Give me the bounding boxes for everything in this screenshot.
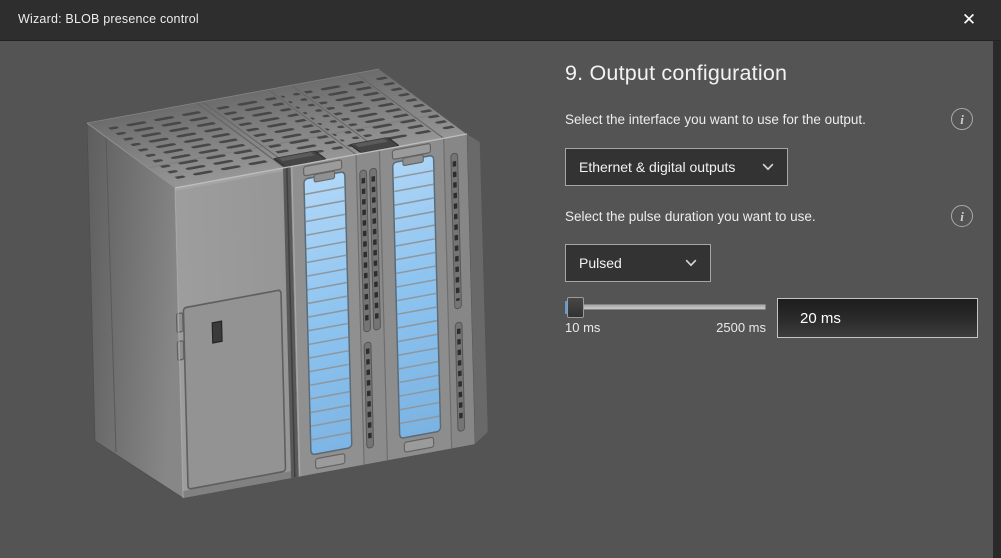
pulse-duration-slider[interactable] [565, 296, 766, 320]
window-title: Wizard: BLOB presence control [18, 12, 199, 26]
interface-dropdown[interactable]: Ethernet & digital outputs [565, 148, 788, 186]
info-icon[interactable]: i [951, 108, 973, 130]
wizard-window: Wizard: BLOB presence control ✕ [0, 0, 1001, 558]
slider-handle[interactable] [567, 297, 584, 318]
plc-front-face [173, 134, 475, 498]
slider-track[interactable] [565, 304, 766, 310]
interface-dropdown-value: Ethernet & digital outputs [579, 159, 735, 175]
info-glyph: i [960, 210, 964, 223]
interface-label: Select the interface you want to use for… [565, 112, 866, 127]
info-icon[interactable]: i [951, 205, 973, 227]
step-heading: 9. Output configuration [565, 61, 787, 86]
pulse-duration-value: 20 ms [800, 310, 841, 327]
pulse-label: Select the pulse duration you want to us… [565, 209, 816, 224]
chevron-down-icon [762, 163, 774, 171]
pulse-duration-value-input[interactable]: 20 ms [777, 298, 978, 338]
titlebar: Wizard: BLOB presence control ✕ [0, 0, 1001, 41]
plc-illustration [60, 60, 520, 520]
window-edge-strip [993, 41, 1001, 558]
info-glyph: i [960, 113, 964, 126]
chevron-down-icon [685, 259, 697, 267]
slider-max-label: 2500 ms [565, 320, 766, 335]
pulse-mode-dropdown[interactable]: Pulsed [565, 244, 711, 282]
close-icon[interactable]: ✕ [957, 8, 981, 32]
pulse-mode-dropdown-value: Pulsed [579, 255, 622, 271]
